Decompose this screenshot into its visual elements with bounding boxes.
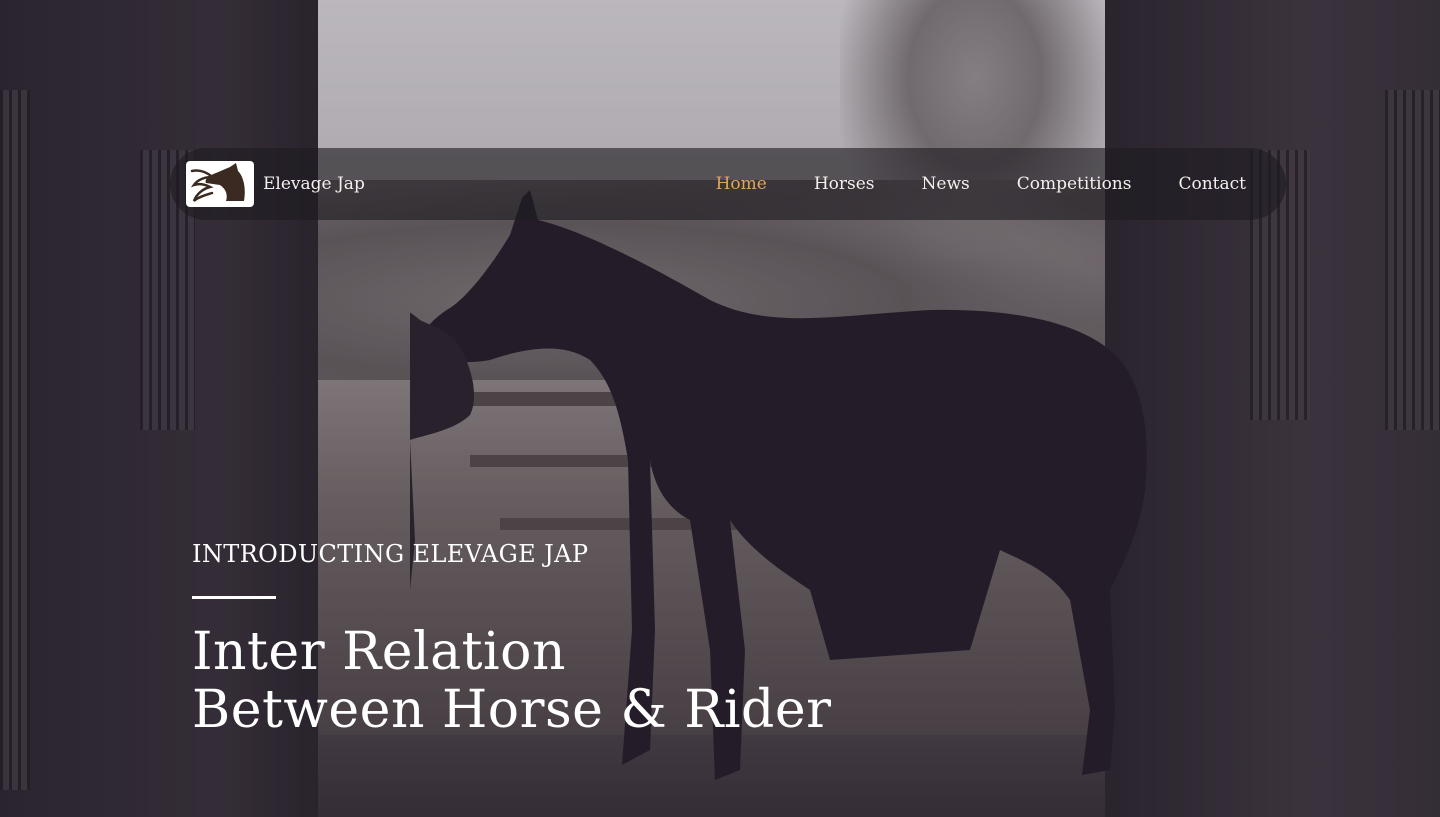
nav-item-home: Home [716, 174, 767, 194]
nav-link-horses[interactable]: Horses [814, 174, 875, 194]
hero-headline-line1: Inter Relation [192, 622, 566, 682]
main-navbar: Elevage Jap Home Horses News Competition… [170, 148, 1286, 220]
nav-item-contact: Contact [1131, 174, 1246, 194]
hero-divider [192, 596, 276, 599]
hero-headline: Inter Relation Between Horse & Rider [192, 623, 831, 739]
nav-link-news[interactable]: News [922, 174, 970, 194]
hero-eyebrow: INTRODUCTING ELEVAGE JAP [192, 540, 589, 568]
hero-copy: INTRODUCTING ELEVAGE JAP Inter Relation … [192, 540, 831, 739]
nav-item-competitions: Competitions [970, 174, 1132, 194]
brand-link[interactable]: Elevage Jap [186, 161, 365, 207]
horse-head-logo-icon [186, 161, 254, 207]
nav-menu: Home Horses News Competitions Contact [716, 174, 1246, 194]
nav-link-contact[interactable]: Contact [1178, 174, 1246, 194]
nav-item-horses: Horses [767, 174, 875, 194]
nav-link-home[interactable]: Home [716, 174, 767, 194]
nav-link-competitions[interactable]: Competitions [1017, 174, 1132, 194]
hero-headline-line2: Between Horse & Rider [192, 680, 832, 740]
brand-name: Elevage Jap [263, 174, 365, 194]
hero-section: Elevage Jap Home Horses News Competition… [0, 0, 1440, 817]
nav-item-news: News [875, 174, 970, 194]
